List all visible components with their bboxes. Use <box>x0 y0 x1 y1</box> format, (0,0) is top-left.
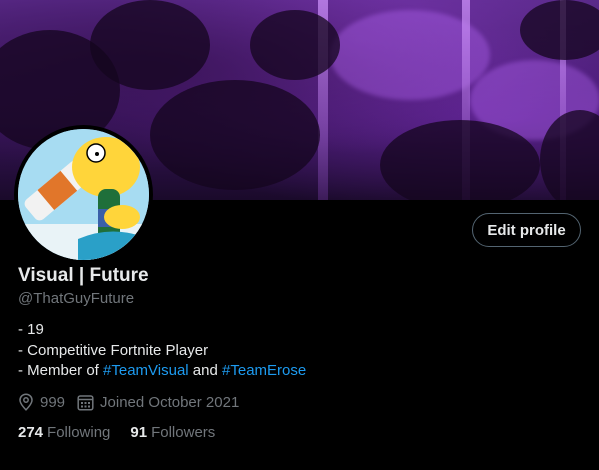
edit-profile-button[interactable]: Edit profile <box>472 213 581 247</box>
bio-line-teams: - Member of #TeamVisual and #TeamErose <box>18 361 306 382</box>
location-pin-icon <box>19 393 33 411</box>
bio-connector: and <box>188 362 223 379</box>
followers-count: 91 <box>130 424 148 441</box>
bio-line-age: - 19 <box>18 321 44 338</box>
calendar-icon <box>77 394 94 411</box>
hashtag-teamerose-link[interactable]: #TeamErose <box>222 362 306 379</box>
followers-label: Followers <box>151 424 216 441</box>
profile-display-name: Visual | Future <box>18 265 149 286</box>
bio-line-role: - Competitive Fortnite Player <box>18 341 209 359</box>
profile-meta: 999 Joined October 2021 <box>18 393 239 411</box>
avatar-image <box>18 129 149 260</box>
profile-bio: - 19 - Competitive Fortnite Player - Mem… <box>18 320 306 382</box>
following-count: 274 <box>18 424 44 441</box>
profile-avatar[interactable] <box>14 125 153 264</box>
profile-joined: Joined October 2021 <box>77 394 239 411</box>
following-link[interactable]: 274 Following <box>18 424 110 441</box>
bio-member-prefix: - Member of <box>18 362 104 379</box>
location-text: 999 <box>40 393 66 411</box>
profile-stats: 274 Following 91 Followers <box>18 424 215 441</box>
followers-link[interactable]: 91 Followers <box>130 424 215 441</box>
following-label: Following <box>47 424 111 441</box>
profile-location: 999 <box>18 393 65 411</box>
profile-handle: @ThatGuyFuture <box>18 290 135 307</box>
avatar-illustration <box>18 129 149 260</box>
hashtag-teamvisual-link[interactable]: #TeamVisual <box>103 362 189 379</box>
joined-date-text: Joined October 2021 <box>100 393 240 411</box>
